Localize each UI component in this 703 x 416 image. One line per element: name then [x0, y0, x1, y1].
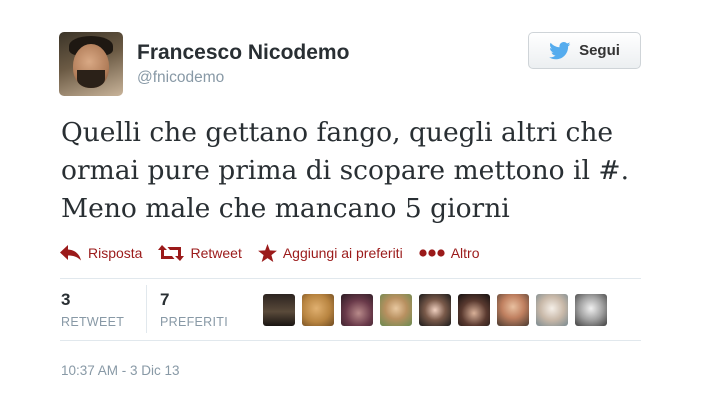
retweet-count-stat[interactable]: 3 RETWEET	[61, 290, 124, 329]
user-full-name[interactable]: Francesco Nicodemo	[137, 41, 349, 65]
retweet-count-label: RETWEET	[61, 315, 125, 329]
user-avatar[interactable]	[59, 32, 123, 96]
tweet-text: Quelli che gettano fango, quegli altri c…	[61, 114, 661, 228]
retweet-action[interactable]: Retweet	[158, 245, 242, 261]
reply-action[interactable]: Risposta	[60, 245, 142, 261]
more-dots-icon	[419, 249, 445, 257]
reply-label: Risposta	[88, 245, 143, 261]
follow-button[interactable]: Segui	[528, 32, 641, 69]
favorite-count-label: PREFERITI	[160, 315, 228, 329]
tweet-text-line: Meno male che mancano 5 giorni	[61, 193, 510, 224]
retweet-count: 3	[61, 290, 71, 309]
favoriter-avatar[interactable]	[263, 294, 295, 326]
follow-button-label: Segui	[579, 42, 620, 59]
favoriter-avatar[interactable]	[497, 294, 529, 326]
favorite-action[interactable]: Aggiungi ai preferiti	[257, 244, 403, 262]
favoriter-avatar[interactable]	[302, 294, 334, 326]
star-icon	[257, 244, 277, 262]
favoriter-avatar[interactable]	[419, 294, 451, 326]
more-action[interactable]: Altro	[419, 245, 480, 261]
retweet-icon	[158, 245, 185, 261]
tweet-timestamp[interactable]: 10:37 AM - 3 Dic 13	[61, 363, 180, 378]
favorite-count-stat[interactable]: 7 PREFERITI	[160, 290, 228, 329]
tweet-text-line: ormai pure prima di scopare mettono il #…	[61, 155, 630, 186]
favoriter-avatar[interactable]	[575, 294, 607, 326]
tweet-actions: Risposta Retweet Aggiungi ai preferiti A…	[60, 241, 495, 265]
tweet-text-line: Quelli che gettano fango, quegli altri c…	[61, 117, 614, 148]
more-label: Altro	[450, 245, 480, 261]
favoriter-avatar[interactable]	[380, 294, 412, 326]
favorite-label: Aggiungi ai preferiti	[282, 245, 403, 261]
favoriter-avatar[interactable]	[341, 294, 373, 326]
avatar-beard	[77, 70, 105, 88]
twitter-bird-icon	[549, 41, 571, 59]
user-handle[interactable]: @fnicodemo	[137, 69, 224, 87]
retweet-label: Retweet	[190, 245, 242, 261]
favorite-count: 7	[160, 290, 170, 309]
divider	[60, 340, 641, 341]
stats-divider	[146, 285, 147, 333]
divider	[60, 278, 641, 279]
favoriter-avatar[interactable]	[458, 294, 490, 326]
favorited-by-avatars	[263, 294, 607, 326]
favoriter-avatar[interactable]	[536, 294, 568, 326]
reply-arrow-icon	[60, 245, 82, 261]
